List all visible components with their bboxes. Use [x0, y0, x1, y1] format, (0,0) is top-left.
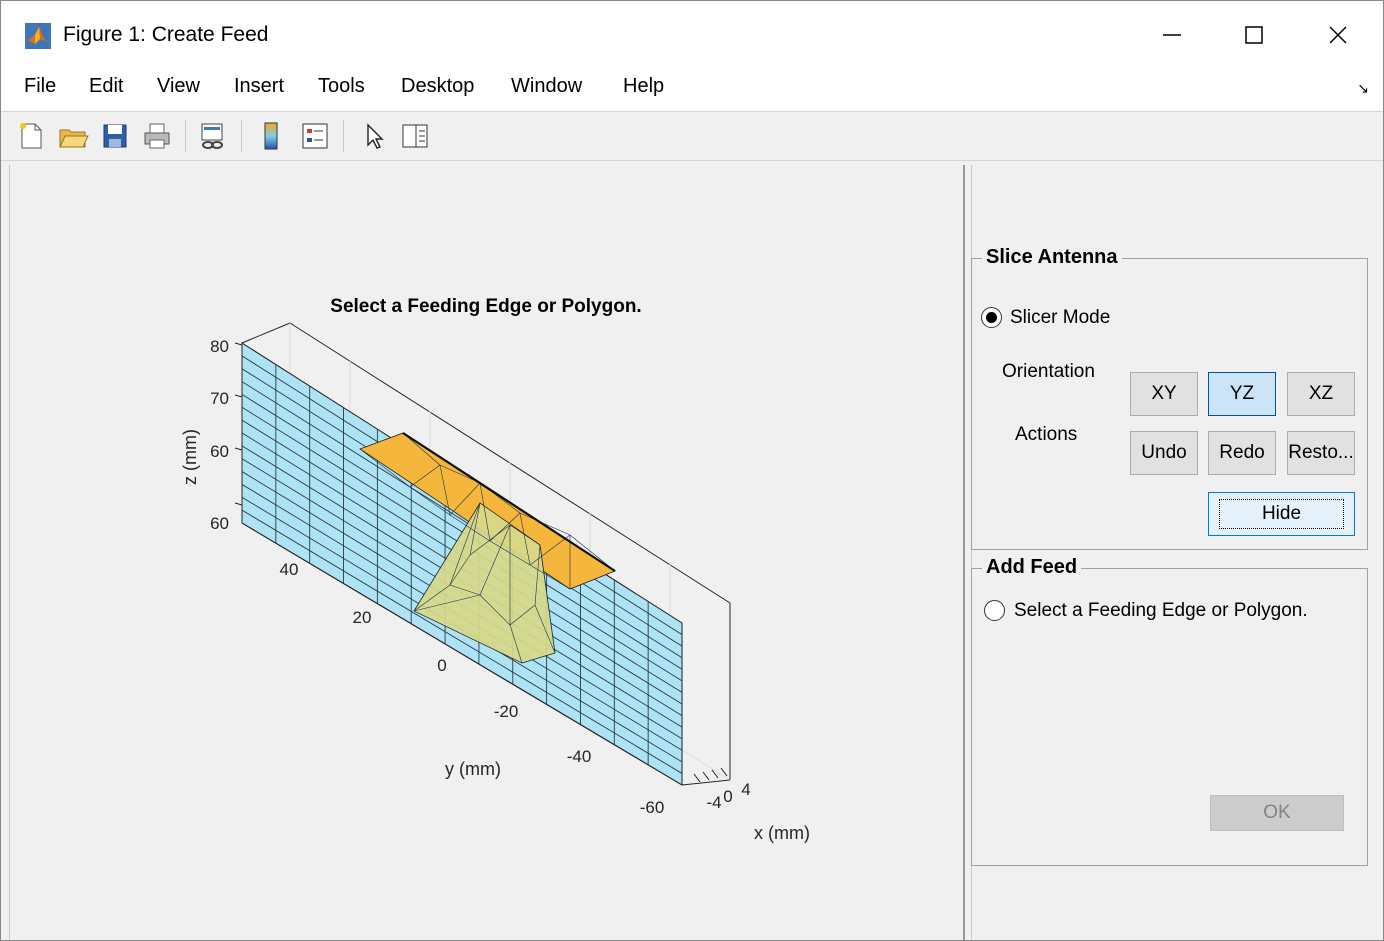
y-tick-label: -40	[567, 747, 592, 766]
figure-window: Figure 1: Create Feed File Edit View Ins…	[0, 0, 1384, 941]
matlab-icon	[25, 23, 51, 49]
maximize-button[interactable]	[1231, 15, 1277, 55]
y-tick-label: -20	[494, 702, 519, 721]
minimize-button[interactable]	[1149, 15, 1195, 55]
legend-icon[interactable]	[299, 120, 331, 152]
new-figure-icon[interactable]	[15, 120, 47, 152]
dock-arrow-icon[interactable]: ↘	[1357, 80, 1369, 97]
toolbar	[1, 112, 1383, 161]
link-plot-icon[interactable]	[197, 120, 229, 152]
save-icon[interactable]	[99, 120, 131, 152]
plot-title: Select a Feeding Edge or Polygon.	[330, 296, 641, 317]
restore-button[interactable]: Resto...	[1287, 431, 1355, 475]
slicer-mode-radio[interactable]	[981, 307, 1002, 328]
y-tick-label: -60	[640, 798, 665, 817]
slice-antenna-title: Slice Antenna	[982, 246, 1122, 269]
z-tick-label: 60	[210, 442, 229, 461]
toolbar-separator	[241, 120, 242, 152]
maximize-icon	[1245, 26, 1263, 44]
menu-insert[interactable]: Insert	[234, 75, 284, 98]
edit-plot-arrow-icon[interactable]	[359, 120, 391, 152]
toolbar-separator	[343, 120, 344, 152]
x-tick-label: 4	[741, 780, 750, 799]
menu-tools[interactable]: Tools	[318, 75, 365, 98]
close-button[interactable]	[1315, 15, 1361, 55]
menu-desktop[interactable]: Desktop	[401, 75, 474, 98]
orientation-xz-button[interactable]: XZ	[1287, 372, 1355, 416]
toolbar-separator	[185, 120, 186, 152]
orientation-label: Orientation	[1002, 361, 1095, 382]
menu-view[interactable]: View	[157, 75, 200, 98]
select-feed-radio[interactable]	[984, 600, 1005, 621]
3d-axes[interactable]: Select a Feeding Edge or Polygon. 80 70 …	[10, 165, 965, 941]
menu-edit[interactable]: Edit	[89, 75, 123, 98]
print-icon[interactable]	[141, 120, 173, 152]
z-tick-label: 80	[210, 337, 229, 356]
undo-button[interactable]: Undo	[1130, 431, 1198, 475]
select-feed-label: Select a Feeding Edge or Polygon.	[1014, 600, 1308, 621]
actions-label: Actions	[1015, 424, 1078, 445]
menu-window[interactable]: Window	[511, 75, 582, 98]
ok-button[interactable]: OK	[1210, 795, 1344, 831]
hide-button-label: Hide	[1218, 499, 1345, 529]
y-tick-label: 0	[437, 656, 446, 675]
orientation-xy-button[interactable]: XY	[1130, 372, 1198, 416]
y-axis-label: y (mm)	[445, 759, 501, 779]
slice-antenna-panel: Slice Antenna Slicer Mode Orientation Ac…	[971, 246, 1368, 550]
slicer-mode-label: Slicer Mode	[1010, 307, 1111, 328]
add-feed-panel: Add Feed Select a Feeding Edge or Polygo…	[971, 556, 1368, 866]
open-folder-icon[interactable]	[57, 120, 89, 152]
z-tick-label: 70	[210, 389, 229, 408]
x-tick-label: -4	[706, 793, 721, 812]
y-tick-label: 40	[280, 560, 299, 579]
orientation-yz-button[interactable]: YZ	[1208, 372, 1276, 416]
close-icon	[1329, 26, 1347, 44]
y-tick-label: 20	[353, 608, 372, 627]
figure-canvas: Select a Feeding Edge or Polygon. 80 70 …	[9, 165, 965, 941]
window-title: Figure 1: Create Feed	[63, 23, 269, 46]
menu-bar: File Edit View Insert Tools Desktop Wind…	[1, 63, 1383, 112]
redo-button[interactable]: Redo	[1208, 431, 1276, 475]
hide-button[interactable]: Hide	[1208, 492, 1355, 536]
menu-file[interactable]: File	[24, 75, 56, 98]
menu-help[interactable]: Help	[623, 75, 664, 98]
x-axis-label: x (mm)	[754, 823, 810, 843]
minimize-icon	[1163, 34, 1181, 36]
title-bar: Figure 1: Create Feed	[1, 1, 1383, 63]
z-axis-label: z (mm)	[180, 429, 200, 485]
property-inspector-icon[interactable]	[399, 120, 431, 152]
x-tick-label: 0	[723, 787, 732, 806]
z-tick-label: 60	[210, 514, 229, 533]
add-feed-title: Add Feed	[982, 556, 1082, 579]
colorbar-icon[interactable]	[255, 120, 287, 152]
